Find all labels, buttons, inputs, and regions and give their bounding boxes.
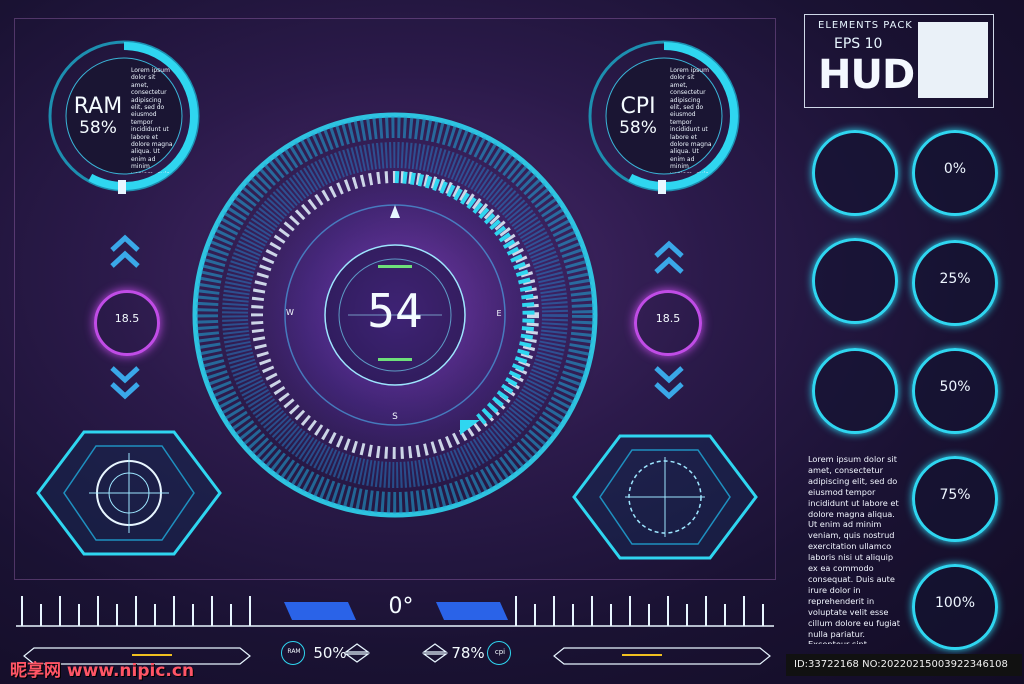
dial-gauge: 100%: [912, 564, 998, 650]
brand-line1: ELEMENTS PACK: [818, 20, 913, 31]
dial-gauge: 0%: [912, 130, 998, 216]
watermark-text: 昵享网 www.nipic.cn: [10, 661, 195, 681]
bottom-right-percent: 78%: [451, 644, 485, 662]
left-hex-target: [36, 430, 222, 556]
dial-gauge: [812, 238, 898, 324]
ram-description: Lorem ipsum dolor sit amet, consectetur …: [131, 67, 173, 173]
ram-label: RAM: [73, 94, 123, 119]
dial-gauge: 50%: [912, 348, 998, 434]
chevron-down-icon: [110, 366, 140, 400]
cpi-value: 58%: [619, 118, 657, 138]
ram-value: 58%: [79, 118, 117, 138]
cpi-label: CPI: [620, 94, 656, 119]
dial-gauge: 25%: [912, 240, 998, 326]
image-id: ID:33722168 NO:20220215003922346108: [794, 659, 1008, 670]
dial-label: 75%: [939, 487, 971, 503]
compass-east: E: [496, 309, 502, 318]
bottom-degree-readout: 0°: [388, 594, 414, 619]
cpi-description: Lorem ipsum dolor sit amet, consectetur …: [670, 67, 712, 173]
dial-gauge: [812, 130, 898, 216]
network-graphic: [918, 22, 988, 98]
dial-label: 100%: [934, 595, 976, 611]
right-bottom-bar: [553, 647, 771, 665]
right-side-value: 18.5: [655, 312, 681, 325]
compass-west: W: [286, 308, 294, 317]
main-gauge-value: 54: [367, 284, 423, 338]
up-down-triangle-icon: [344, 643, 370, 663]
right-hex-target: [572, 434, 758, 560]
dial-label: 25%: [939, 271, 971, 287]
dial-gauge: 75%: [912, 456, 998, 542]
dial-label: 50%: [939, 379, 971, 395]
cpi-mini-tag: cpi: [494, 648, 506, 656]
chevron-up-icon: [110, 234, 140, 268]
left-side-value: 18.5: [114, 312, 140, 325]
chevron-up-icon: [654, 240, 684, 274]
dial-gauge: [812, 348, 898, 434]
up-down-triangle-icon: [422, 643, 448, 663]
right-description: Lorem ipsum dolor sit amet, consectetur …: [808, 454, 901, 644]
brand-line2: EPS 10: [834, 36, 883, 52]
brand-title: HUD: [818, 52, 915, 98]
dial-label: 0%: [943, 161, 967, 177]
ram-mini-tag: RAM: [287, 648, 301, 655]
chevron-down-icon: [654, 366, 684, 400]
compass-south: S: [392, 412, 398, 422]
